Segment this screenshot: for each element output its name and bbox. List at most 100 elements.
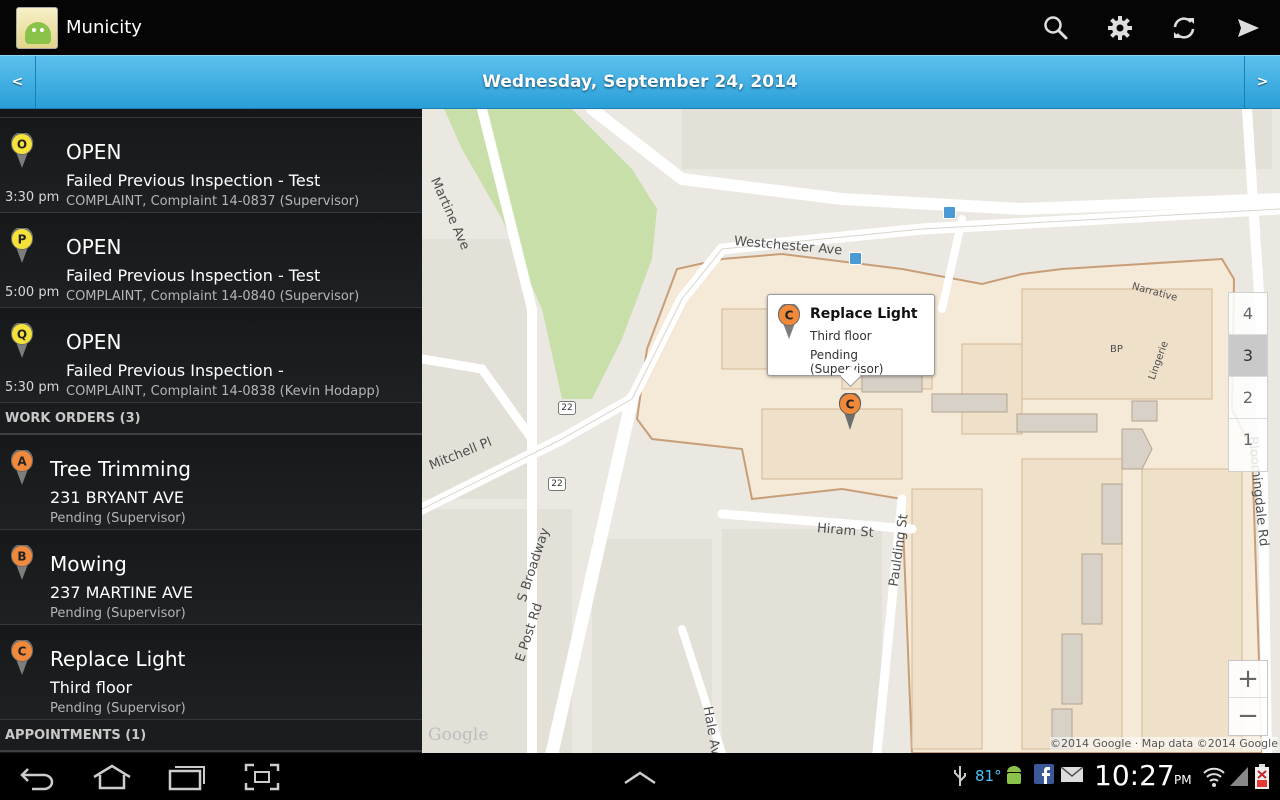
marker-letter: P (18, 233, 27, 247)
search-icon (1044, 15, 1068, 39)
list-item-inspection-p[interactable]: P 5:00 pm OPEN Failed Previous Inspectio… (0, 213, 422, 308)
route-shield: 22 (548, 477, 566, 491)
map-marker-icon: O (11, 133, 33, 168)
item-status: Pending (Supervisor) (50, 511, 186, 526)
marker-letter: Q (17, 328, 27, 342)
zoom-controls: + − (1228, 660, 1268, 736)
battery-icon (1255, 764, 1269, 789)
list-item-inspection-o[interactable]: O 3:30 pm OPEN Failed Previous Inspectio… (0, 118, 422, 213)
item-time: 5:30 pm (5, 380, 60, 395)
level-4-button[interactable]: 4 (1229, 293, 1267, 335)
map-marker-icon: C (11, 640, 33, 675)
item-title: Failed Previous Inspection - Test (66, 171, 321, 190)
marker-info-window[interactable]: C Replace Light Third floor Pending (Sup… (767, 294, 935, 376)
map-marker-icon: P (11, 228, 33, 263)
app-root: Municity < Wednesday, September 24, 2014… (0, 0, 1280, 800)
facebook-icon (1034, 764, 1054, 784)
map-attribution[interactable]: ©2014 Google · Map data ©2014 Google (1049, 737, 1278, 750)
android-icon (1007, 766, 1021, 784)
search-button[interactable] (1024, 0, 1088, 55)
level-2-button[interactable]: 2 (1229, 377, 1267, 419)
item-detail: COMPLAINT, Complaint 14-0840 (Supervisor… (66, 289, 360, 304)
floor-level-picker: 4 3 2 1 (1228, 292, 1268, 472)
marker-letter: A (17, 455, 27, 469)
schedule-list[interactable]: O 3:30 pm OPEN Failed Previous Inspectio… (0, 109, 422, 753)
list-item-work-order-b[interactable]: B Mowing 237 MARTINE AVE Pending (Superv… (0, 530, 422, 625)
item-title: Replace Light (50, 647, 186, 671)
map-view[interactable]: Martine Ave Westchester Ave Mitchell Pl … (422, 109, 1280, 753)
settings-button[interactable] (1088, 0, 1152, 55)
screenshot-button[interactable] (238, 760, 286, 794)
zoom-in-button[interactable]: + (1229, 661, 1267, 698)
list-item-inspection-q[interactable]: Q 5:30 pm OPEN Failed Previous Inspectio… (0, 308, 422, 403)
appointments-header: APPOINTMENTS (1) (0, 720, 422, 752)
item-status: Pending (Supervisor) (50, 606, 186, 621)
app-logo-icon[interactable] (16, 6, 58, 49)
home-icon (93, 764, 131, 790)
map-canvas (422, 109, 1280, 753)
date-bar: < Wednesday, September 24, 2014 > (0, 55, 1280, 109)
next-day-button[interactable]: > (1244, 56, 1280, 108)
item-status: OPEN (66, 330, 122, 354)
status-clock: 10:27 (1094, 759, 1175, 792)
level-1-button[interactable]: 1 (1229, 419, 1267, 461)
google-logo: Google (428, 725, 489, 745)
selected-map-marker-icon[interactable]: C (838, 393, 862, 431)
recent-apps-button[interactable] (163, 760, 211, 794)
current-date: Wednesday, September 24, 2014 (482, 72, 798, 92)
previous-day-button[interactable]: < (0, 56, 36, 108)
map-marker-icon: C (778, 304, 800, 339)
home-button[interactable] (88, 760, 136, 794)
work-orders-header: WORK ORDERS (3) (0, 403, 422, 435)
list-item-work-order-c[interactable]: C Replace Light Third floor Pending (Sup… (0, 625, 422, 720)
back-icon (20, 768, 54, 791)
marker-letter: C (18, 645, 27, 659)
marker-letter: O (17, 138, 27, 152)
item-title: Mowing (50, 552, 127, 576)
action-bar-actions (1024, 0, 1280, 55)
item-title: Failed Previous Inspection - (66, 361, 284, 380)
list-top-divider (0, 109, 422, 118)
item-time: 3:30 pm (5, 190, 60, 205)
zoom-out-button[interactable]: − (1229, 698, 1267, 735)
item-address: 231 BRYANT AVE (50, 488, 184, 507)
list-item-work-order-a[interactable]: A Tree Trimming 231 BRYANT AVE Pending (… (0, 435, 422, 530)
map-marker-icon: Q (11, 323, 33, 358)
item-title: Failed Previous Inspection - Test (66, 266, 321, 285)
mail-icon (1060, 766, 1084, 782)
signal-icon (1230, 767, 1248, 786)
item-time: 5:00 pm (5, 285, 60, 300)
item-status: OPEN (66, 140, 122, 164)
marker-letter: B (17, 550, 26, 564)
item-address: Third floor (50, 678, 133, 697)
status-clock-ampm: PM (1174, 773, 1192, 787)
item-title: Tree Trimming (50, 457, 191, 481)
marker-letter: C (846, 398, 855, 412)
marker-letter: C (785, 309, 794, 323)
gear-icon (1108, 15, 1132, 40)
info-window-title: Replace Light (810, 306, 918, 322)
info-window-location: Third floor (810, 329, 872, 343)
temperature-reading: 81° (975, 767, 1002, 785)
system-navigation-bar: 81° 10:27 PM (0, 753, 1280, 800)
back-button[interactable] (14, 760, 62, 794)
route-shield: 22 (558, 401, 576, 415)
screenshot-icon (244, 763, 280, 791)
recent-apps-icon (168, 766, 205, 791)
item-status: OPEN (66, 235, 122, 259)
info-window-status: Pending (Supervisor) (810, 348, 884, 376)
app-title: Municity (66, 17, 142, 38)
item-status: Pending (Supervisor) (50, 701, 186, 716)
send-icon (1238, 18, 1259, 37)
quick-panel-button[interactable] (616, 760, 664, 794)
map-marker-icon: B (11, 545, 33, 580)
item-detail: COMPLAINT, Complaint 14-0837 (Supervisor… (66, 194, 360, 209)
store-label: BP (1110, 344, 1123, 355)
map-marker-icon: A (11, 450, 33, 485)
level-3-button[interactable]: 3 (1229, 335, 1267, 377)
item-address: 237 MARTINE AVE (50, 583, 193, 602)
send-button[interactable] (1216, 0, 1280, 55)
usb-icon (954, 766, 966, 786)
chevron-up-icon (624, 771, 656, 785)
refresh-button[interactable] (1152, 0, 1216, 55)
